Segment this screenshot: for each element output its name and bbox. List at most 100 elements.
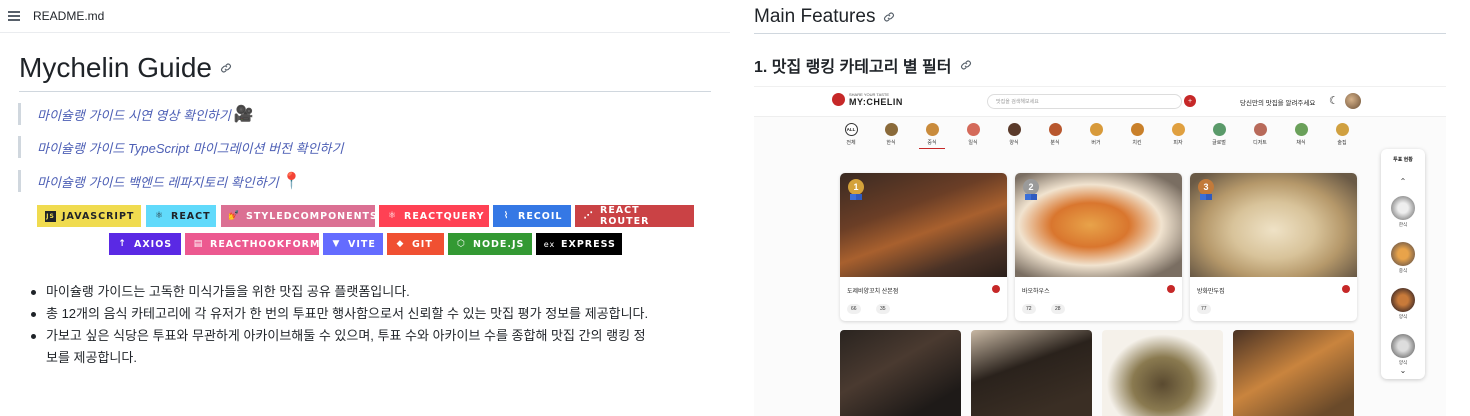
- badge-label: AXIOS: [134, 238, 173, 250]
- axios-icon: ↑: [118, 239, 127, 249]
- category-label: 글로벌: [1212, 140, 1226, 146]
- archive-count: 28: [1051, 304, 1065, 314]
- app-screenshot: SHARE YOUR TASTE MY:CHELIN 맛집을 검색해보세요 + …: [754, 86, 1446, 416]
- badge-styledcomponents[interactable]: 💅 STYLEDCOMPONENTS: [221, 205, 377, 227]
- nodejs-icon: ⬡: [457, 239, 466, 249]
- badge-javascript[interactable]: JS JAVASCRIPT: [37, 205, 141, 227]
- feature-summary-list: 마이슐랭 가이드는 고독한 미식가들을 위한 맛집 공유 플랫폼입니다. 총 1…: [28, 281, 718, 369]
- badge-git[interactable]: ◆ GIT: [387, 233, 444, 255]
- badge-react-router[interactable]: ⋰ REACT ROUTER: [575, 205, 694, 227]
- anchor-link-icon[interactable]: [220, 62, 232, 74]
- category-label: 술집: [1337, 140, 1347, 146]
- anchor-link-icon[interactable]: [883, 11, 895, 23]
- moon-icon: ☾: [1329, 95, 1339, 107]
- badge-react[interactable]: ⚛ REACT: [146, 205, 216, 227]
- category-label: 디저트: [1253, 140, 1267, 146]
- badge-reactquery[interactable]: ⚛ REACTQUERY: [379, 205, 489, 227]
- globe-icon: [1212, 123, 1226, 136]
- category-pizza: 피자: [1165, 123, 1191, 146]
- restaurant-photo: [1233, 330, 1354, 416]
- badge-recoil[interactable]: ⌇ RECOIL: [493, 205, 571, 227]
- search-icon: +: [1184, 95, 1196, 107]
- logo-text: MY:CHELIN: [849, 97, 903, 107]
- category-label: 분식: [1050, 140, 1060, 146]
- category-label: 버거: [1091, 140, 1101, 146]
- list-item: 가보고 싶은 식당은 투표와 무관하게 아카이브해둘 수 있으며, 투표 수와 …: [28, 325, 718, 369]
- feature-1-heading: 1. 맛집 랭킹 카테고리 별 필터: [754, 53, 972, 77]
- list-item-line: 보를 제공합니다.: [46, 350, 137, 365]
- demo-video-link[interactable]: 마이슐랭 가이드 시연 영상 확인하기: [37, 105, 231, 124]
- category-label: 채식: [1296, 140, 1306, 146]
- recoil-icon: ⌇: [503, 211, 510, 221]
- steak-icon: [1007, 123, 1021, 136]
- file-name: README.md: [33, 9, 105, 23]
- nail-polish-icon: 💅: [228, 211, 241, 221]
- vote-icon: [992, 285, 1000, 293]
- pizza-icon: [1171, 123, 1185, 136]
- badge-vite[interactable]: ▼ VITE: [323, 233, 383, 255]
- list-item: 마이슐랭 가이드는 고독한 미식가들을 위한 맛집 공유 플랫폼입니다.: [28, 281, 718, 303]
- category-chicken: 치킨: [1124, 123, 1150, 146]
- vote-count: 72: [1022, 304, 1036, 314]
- restaurant-card-rank-1: 1 도제비양꼬치 산본점 66 35: [840, 173, 1007, 321]
- anchor-link-icon[interactable]: [960, 59, 972, 71]
- category-label: 양식: [1009, 140, 1019, 146]
- category-western: 양식: [1001, 123, 1027, 146]
- typescript-version-link[interactable]: 마이슐랭 가이드 TypeScript 마이그레이션 버전 확인하기: [37, 138, 343, 157]
- panel-item-label: 한식: [1398, 222, 1408, 227]
- category-label: 치킨: [1132, 140, 1142, 146]
- panel-item: 양식: [1391, 288, 1415, 320]
- badge-label: NODE.JS: [473, 238, 525, 250]
- panel-item-label: 중식: [1398, 268, 1408, 273]
- badge-label: REACTHOOKFORM: [210, 238, 321, 250]
- panel-item: 중식: [1391, 242, 1415, 274]
- badge-label: REACTQUERY: [404, 210, 485, 222]
- badge-label: RECOIL: [518, 210, 563, 222]
- category-japanese: 일식: [960, 123, 986, 146]
- badge-nodejs[interactable]: ⬡ NODE.JS: [448, 233, 532, 255]
- list-icon[interactable]: [8, 11, 20, 21]
- food-thumbnail: [1391, 334, 1415, 358]
- react-icon: ⚛: [154, 211, 165, 221]
- restaurant-name: 도제비양꼬치 산본점: [847, 289, 899, 295]
- category-label: 한식: [886, 140, 896, 146]
- all-icon: ALL: [844, 123, 858, 136]
- gold-medal-icon: 1: [848, 179, 864, 200]
- vote-status-panel: 투표 현황 ⌃ 한식 중식 양식 양식 ⌄: [1381, 149, 1425, 379]
- quote-backend-repo: 마이슐랭 가이드 백엔드 레파지토리 확인하기 📍: [18, 170, 302, 192]
- restaurant-card-rank-2: 2 바오하우스 72 28: [1015, 173, 1182, 321]
- features-pane: Main Features 1. 맛집 랭킹 카테고리 별 필터 SHARE Y…: [740, 0, 1470, 416]
- tteokbokki-icon: [1048, 123, 1062, 136]
- badge-label: REACT ROUTER: [600, 205, 650, 227]
- badge-label: JAVASCRIPT: [62, 210, 135, 222]
- backend-repo-link[interactable]: 마이슐랭 가이드 백엔드 레파지토리 확인하기: [37, 172, 279, 191]
- panel-item: 한식: [1391, 196, 1415, 228]
- restaurant-card-rank-3: 3 방화만두집 77: [1190, 173, 1357, 321]
- badge-express[interactable]: ex EXPRESS: [536, 233, 622, 255]
- badge-reacthookform[interactable]: ▤ REACTHOOKFORM: [185, 233, 319, 255]
- title-divider: [19, 91, 711, 92]
- badge-axios[interactable]: ↑ AXIOS: [109, 233, 181, 255]
- chicken-icon: [1130, 123, 1144, 136]
- features-heading-text: Main Features: [754, 6, 876, 27]
- category-chinese: 중식: [919, 123, 945, 149]
- restaurant-name: 방화만두집: [1197, 289, 1225, 295]
- react-query-icon: ⚛: [387, 211, 398, 221]
- avatar: [1345, 93, 1361, 109]
- chinese-food-icon: [925, 123, 939, 136]
- food-thumbnail: [1391, 288, 1415, 312]
- category-label: 전체: [846, 140, 856, 146]
- quote-typescript-version: 마이슐랭 가이드 TypeScript 마이그레이션 버전 확인하기: [18, 136, 343, 158]
- category-burger: 버거: [1083, 123, 1109, 146]
- vote-icon: [1342, 285, 1350, 293]
- app-navbar: SHARE YOUR TASTE MY:CHELIN 맛집을 검색해보세요 + …: [754, 87, 1446, 117]
- vote-count: 66: [847, 304, 861, 314]
- badge-label: VITE: [348, 238, 376, 250]
- restaurant-photo: [1190, 173, 1357, 277]
- readme-title: Mychelin Guide: [19, 52, 232, 84]
- feature-1-heading-text: 1. 맛집 랭킹 카테고리 별 필터: [754, 59, 952, 76]
- silver-medal-icon: 2: [1023, 179, 1039, 200]
- badge-label: GIT: [412, 238, 433, 250]
- sushi-icon: [966, 123, 980, 136]
- salad-icon: [1294, 123, 1308, 136]
